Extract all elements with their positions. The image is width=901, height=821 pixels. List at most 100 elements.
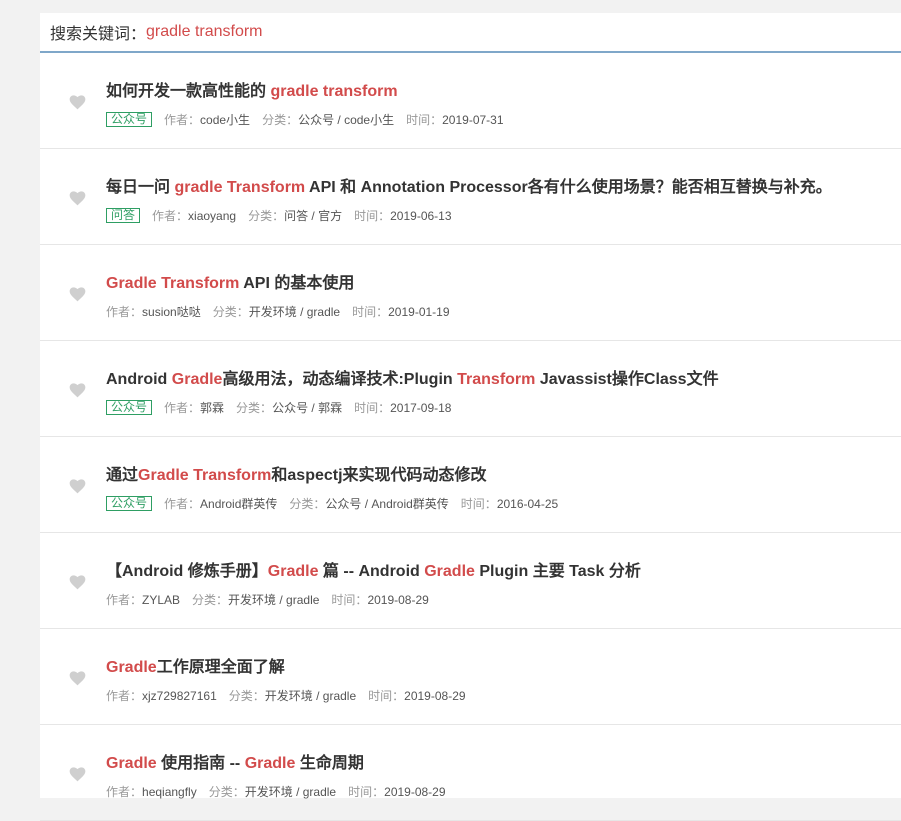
title-text: 使用指南 -- <box>156 755 245 772</box>
title-keyword-highlight: Gradle <box>106 755 157 772</box>
result-title-link[interactable]: 通过Gradle Transform和aspectj来实现代码动态修改 <box>106 461 487 485</box>
time-value: 2019-07-31 <box>442 112 504 127</box>
result-title-link[interactable]: 【Android 修炼手册】Gradle 篇 -- Android Gradle… <box>106 557 641 581</box>
category-label: 分类： <box>289 497 326 511</box>
heart-icon[interactable] <box>69 479 86 494</box>
result-title-link[interactable]: Gradle工作原理全面了解 <box>106 653 285 677</box>
category-value[interactable]: 公众号 / 郭霖 <box>272 399 342 416</box>
result-title-link[interactable]: Gradle Transform API 的基本使用 <box>106 269 354 293</box>
heart-icon[interactable] <box>69 671 86 686</box>
title-text: 每日一问 <box>106 179 175 196</box>
heart-icon[interactable] <box>69 95 86 110</box>
category-label: 分类： <box>212 305 249 319</box>
source-badge[interactable]: 公众号 <box>106 496 153 511</box>
author-value[interactable]: xiaoyang <box>188 209 236 223</box>
author-value[interactable]: Android群英传 <box>200 495 277 512</box>
title-keyword-highlight: Gradle Transform <box>106 275 240 292</box>
result-title-link[interactable]: 每日一问 gradle Transform API 和 Annotation P… <box>106 173 832 197</box>
category-value[interactable]: 开发环境 / gradle <box>245 783 336 800</box>
heart-icon[interactable] <box>69 575 86 590</box>
author-value[interactable]: ZYLAB <box>142 593 180 607</box>
result-item[interactable]: Android Gradle高级用法，动态编译技术:Plugin Transfo… <box>40 341 901 437</box>
result-meta: 作者： heqiangfly 分类： 开发环境 / gradle 时间： 2019-08-… <box>106 783 458 800</box>
author-value[interactable]: xjz729827161 <box>142 689 217 703</box>
author-value[interactable]: code小生 <box>200 111 250 128</box>
result-title-link[interactable]: Gradle 使用指南 -- Gradle 生命周期 <box>106 749 364 773</box>
heart-icon[interactable] <box>69 191 86 206</box>
title-keyword-highlight: gradle Transform <box>174 179 306 196</box>
title-keyword-highlight: gradle transform <box>270 83 398 100</box>
category-value[interactable]: 开发环境 / gradle <box>265 687 356 704</box>
author-value[interactable]: 郭霖 <box>200 399 224 416</box>
title-text: 【Android 修炼手册】 <box>106 563 268 580</box>
title-keyword-highlight: Transform <box>457 371 536 388</box>
title-text: 篇 -- Android <box>318 563 425 580</box>
time-value: 2019-01-19 <box>388 304 450 319</box>
author-label: 作者： <box>164 497 201 511</box>
title-text: API 的基本使用 <box>239 275 355 292</box>
category-label: 分类： <box>248 209 285 223</box>
result-item[interactable]: 通过Gradle Transform和aspectj来实现代码动态修改公众号 作者… <box>40 437 901 533</box>
category-label: 分类： <box>262 113 299 127</box>
result-item[interactable]: Gradle工作原理全面了解作者： xjz729827161 分类： 开发环境 / g… <box>40 629 901 725</box>
result-item[interactable]: Gradle Transform API 的基本使用 作者： susion哒哒 分类：… <box>40 245 901 341</box>
author-label: 作者： <box>164 401 201 415</box>
title-keyword-highlight: Gradle <box>267 563 319 580</box>
category-value[interactable]: 开发环境 / gradle <box>249 303 340 320</box>
category-value[interactable]: 问答 / 官方 <box>284 207 342 224</box>
title-text: 工作原理全面了解 <box>156 659 285 676</box>
heart-icon[interactable] <box>69 383 86 398</box>
time-value: 2019-08-29 <box>367 592 429 607</box>
title-text: Android <box>106 371 172 388</box>
result-meta: 公众号 作者： Android群英传 分类： 公众号 / Android群英传 时间： 20… <box>106 495 570 512</box>
search-bar: 搜索关键词： gradle transform <box>40 13 901 53</box>
title-keyword-highlight: Gradle <box>106 659 157 676</box>
category-label: 分类： <box>192 593 229 607</box>
title-text: API 和 Annotation Processor各有什么使用场景？能否相互替… <box>305 179 832 196</box>
title-keyword-highlight: Gradle <box>424 563 475 580</box>
time-label: 时间： <box>406 113 443 127</box>
heart-icon[interactable] <box>69 767 86 782</box>
title-keyword-highlight: Gradle <box>244 755 296 772</box>
source-badge[interactable]: 问答 <box>106 208 141 223</box>
category-value[interactable]: 开发环境 / gradle <box>228 591 319 608</box>
time-value: 2019-08-29 <box>404 688 466 703</box>
result-item[interactable]: 【Android 修炼手册】Gradle 篇 -- Android Gradle… <box>40 533 901 629</box>
result-item[interactable]: Gradle 使用指南 -- Gradle 生命周期作者： heqiangfly 分… <box>40 725 901 821</box>
results-list: 如何开发一款高性能的 gradle transform 公众号 作者： code小生分… <box>40 53 901 821</box>
result-meta: 作者： ZYLAB 分类： 开发环境 / gradle 时间： 2019-08-29 <box>106 591 441 608</box>
source-badge[interactable]: 公众号 <box>106 400 153 415</box>
author-value[interactable]: heqiangfly <box>142 785 197 799</box>
result-meta: 问答 作者： xiaoyang 分类： 问答 / 官方 时间： 2019-06-13 <box>106 207 464 224</box>
title-text: 如何开发一款高性能的 <box>106 83 271 100</box>
result-title-link[interactable]: Android Gradle高级用法，动态编译技术:Plugin Transfo… <box>106 365 719 389</box>
search-query: gradle transform <box>146 23 263 40</box>
heart-icon[interactable] <box>69 287 86 302</box>
title-text: Javassist操作Class文件 <box>535 371 719 388</box>
result-meta: 作者： xjz729827161 分类： 开发环境 / gradle 时间： 2019-0… <box>106 687 478 704</box>
title-text: 和aspectj来实现代码动态修改 <box>271 467 487 484</box>
time-label: 时间： <box>331 593 368 607</box>
result-title-link[interactable]: 如何开发一款高性能的 gradle transform <box>106 77 398 101</box>
search-results-panel: 搜索关键词： gradle transform 如何开发一款高性能的 gradl… <box>40 13 901 821</box>
result-item[interactable]: 如何开发一款高性能的 gradle transform 公众号 作者： code小生分… <box>40 53 901 149</box>
author-label: 作者： <box>164 113 201 127</box>
time-value: 2019-06-13 <box>390 208 452 223</box>
time-label: 时间： <box>354 401 391 415</box>
category-value[interactable]: 公众号 / code小生 <box>298 111 394 128</box>
category-label: 分类： <box>208 785 245 799</box>
title-keyword-highlight: Gradle <box>171 371 223 388</box>
author-value[interactable]: susion哒哒 <box>142 303 201 320</box>
source-badge[interactable]: 公众号 <box>106 112 153 127</box>
time-value: 2016-04-25 <box>496 496 559 511</box>
title-text: 高级用法，动态编译技术:Plugin <box>222 371 458 388</box>
title-text: Plugin 主要 Task 分析 <box>474 563 641 580</box>
author-label: 作者： <box>106 593 143 607</box>
result-item[interactable]: 每日一问 gradle Transform API 和 Annotation P… <box>40 149 901 245</box>
category-label: 分类： <box>236 401 273 415</box>
category-value[interactable]: 公众号 / Android群英传 <box>325 495 448 512</box>
author-label: 作者： <box>106 785 143 799</box>
time-value: 2017-09-18 <box>390 400 452 415</box>
title-keyword-highlight: Gradle Transform <box>138 467 272 484</box>
time-label: 时间： <box>354 209 391 223</box>
